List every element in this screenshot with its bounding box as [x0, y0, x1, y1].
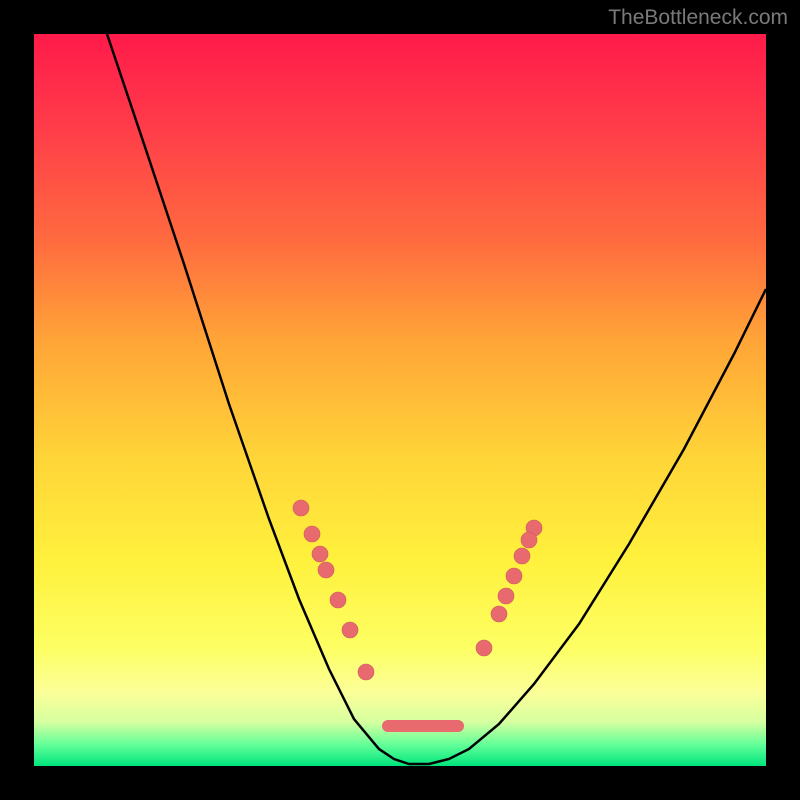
plateau-segment — [382, 720, 464, 732]
chart-plot-area — [34, 34, 766, 766]
bottleneck-curve — [107, 34, 766, 764]
data-point — [304, 526, 320, 542]
data-dots-left-series — [293, 500, 374, 680]
data-point — [498, 588, 514, 604]
data-dots-right-series — [476, 520, 542, 656]
data-point — [293, 500, 309, 516]
plateau-bar — [382, 720, 464, 732]
data-point — [514, 548, 530, 564]
data-point — [312, 546, 328, 562]
data-point — [330, 592, 346, 608]
chart-svg — [34, 34, 766, 766]
data-point — [491, 606, 507, 622]
data-point — [342, 622, 358, 638]
data-point — [318, 562, 334, 578]
data-point — [521, 532, 537, 548]
watermark-label: TheBottleneck.com — [608, 6, 788, 30]
data-point — [476, 640, 492, 656]
data-point — [506, 568, 522, 584]
data-point — [358, 664, 374, 680]
